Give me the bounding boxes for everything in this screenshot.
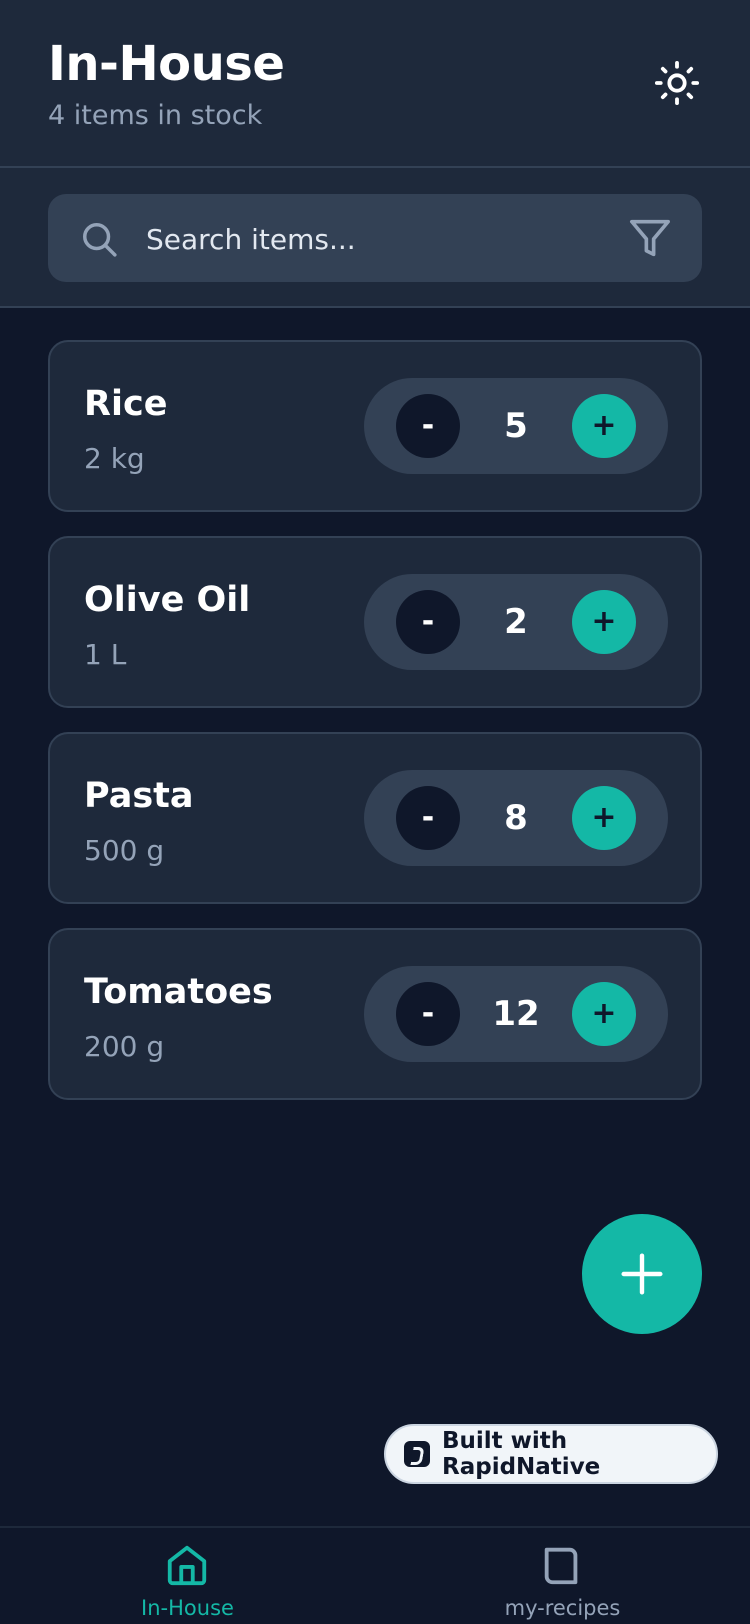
quantity-stepper: - 5 + xyxy=(364,378,668,474)
built-with-badge[interactable]: Built with RapidNative xyxy=(384,1424,718,1484)
quantity-value: 8 xyxy=(504,798,528,838)
quantity-stepper: - 2 + xyxy=(364,574,668,670)
item-name: Pasta xyxy=(84,776,194,816)
list-item[interactable]: Rice 2 kg - 5 + xyxy=(48,340,702,512)
decrement-button[interactable]: - xyxy=(396,982,460,1046)
increment-button[interactable]: + xyxy=(572,786,636,850)
quantity-value: 12 xyxy=(492,994,540,1034)
add-item-button[interactable] xyxy=(582,1214,702,1334)
theme-toggle-button[interactable] xyxy=(652,58,702,108)
quantity-value: 5 xyxy=(504,406,528,446)
filter-icon[interactable] xyxy=(628,218,672,258)
item-size: 2 kg xyxy=(84,442,145,475)
decrement-button[interactable]: - xyxy=(396,590,460,654)
decrement-button[interactable]: - xyxy=(396,394,460,458)
tab-in-house[interactable]: In-House xyxy=(0,1528,375,1624)
app-header: In-House 4 items in stock xyxy=(0,0,750,168)
item-name: Tomatoes xyxy=(84,972,273,1012)
page-title: In-House xyxy=(48,36,285,92)
search-icon xyxy=(83,223,117,257)
search-bar-section xyxy=(0,168,750,308)
item-name: Olive Oil xyxy=(84,580,251,620)
recipes-icon xyxy=(544,1547,578,1585)
search-input[interactable] xyxy=(144,194,608,284)
item-name: Rice xyxy=(84,384,168,424)
list-item[interactable]: Pasta 500 g - 8 + xyxy=(48,732,702,904)
item-size: 500 g xyxy=(84,834,165,867)
quantity-stepper: - 12 + xyxy=(364,966,668,1062)
list-item[interactable]: Tomatoes 200 g - 12 + xyxy=(48,928,702,1100)
increment-button[interactable]: + xyxy=(572,590,636,654)
tab-label: my-recipes xyxy=(504,1596,621,1620)
badge-label: Built with RapidNative xyxy=(442,1428,601,1480)
item-size: 1 L xyxy=(84,638,127,671)
decrement-button[interactable]: - xyxy=(396,786,460,850)
rapidnative-logo-icon xyxy=(404,1441,430,1467)
stock-count: 4 items in stock xyxy=(48,100,263,131)
sun-icon xyxy=(654,60,700,106)
quantity-value: 2 xyxy=(504,602,528,642)
plus-icon xyxy=(621,1253,663,1295)
increment-button[interactable]: + xyxy=(572,394,636,458)
bottom-tab-bar: In-House my-recipes xyxy=(0,1526,750,1624)
increment-button[interactable]: + xyxy=(572,982,636,1046)
tab-label: In-House xyxy=(141,1596,234,1620)
home-icon xyxy=(167,1545,207,1586)
search-box[interactable] xyxy=(48,194,702,284)
inventory-list: Rice 2 kg - 5 + Olive Oil 1 L - 2 + Past… xyxy=(48,340,702,1124)
tab-my-recipes[interactable]: my-recipes xyxy=(375,1528,750,1624)
quantity-stepper: - 8 + xyxy=(364,770,668,866)
list-item[interactable]: Olive Oil 1 L - 2 + xyxy=(48,536,702,708)
item-size: 200 g xyxy=(84,1030,165,1063)
